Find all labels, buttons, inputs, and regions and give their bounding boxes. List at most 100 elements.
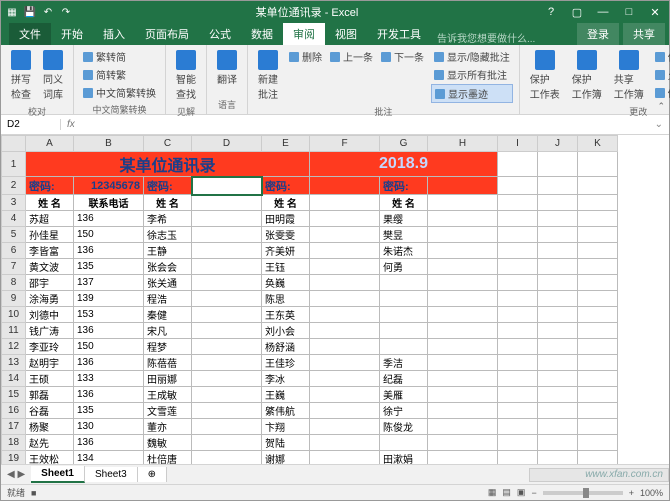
data-cell[interactable] [428,339,498,355]
data-cell[interactable] [310,387,380,403]
save-icon[interactable]: 💾 [23,5,37,19]
data-cell[interactable]: 陈俊龙 [380,419,428,435]
data-cell[interactable] [192,243,262,259]
tab-review[interactable]: 审阅 [283,23,325,45]
pwd-value[interactable] [310,177,380,195]
data-cell[interactable]: 田漱娟 [380,451,428,466]
minimize-icon[interactable]: — [593,6,613,19]
data-cell[interactable]: 136 [74,435,144,451]
data-cell[interactable]: 谢娜 [262,451,310,466]
col-header[interactable]: A [26,136,74,152]
row-header[interactable]: 5 [2,227,26,243]
data-cell[interactable] [192,275,262,291]
data-cell[interactable] [310,323,380,339]
data-cell[interactable]: 陈蓓蓓 [144,355,192,371]
data-cell[interactable] [310,227,380,243]
expand-formula-icon[interactable]: ⌄ [649,119,669,130]
data-cell[interactable]: 齐美妍 [262,243,310,259]
data-cell[interactable]: 赵明宇 [26,355,74,371]
row-header[interactable]: 3 [2,195,26,211]
row-header[interactable]: 16 [2,403,26,419]
data-cell[interactable]: 135 [74,259,144,275]
data-cell[interactable]: 136 [74,323,144,339]
data-cell[interactable] [428,355,498,371]
data-cell[interactable]: 文雪莲 [144,403,192,419]
data-cell[interactable] [428,403,498,419]
data-cell[interactable] [192,211,262,227]
data-cell[interactable]: 王成敏 [144,387,192,403]
data-cell[interactable] [380,435,428,451]
maximize-icon[interactable]: □ [619,6,639,19]
tab-dev[interactable]: 开发工具 [367,23,431,45]
data-cell[interactable]: 王佳珍 [262,355,310,371]
data-cell[interactable] [310,419,380,435]
view-layout-icon[interactable]: ▤ [502,487,511,498]
show-hide-comment-button[interactable]: 显示/隐藏批注 [431,48,513,65]
data-cell[interactable]: 綮伟航 [262,403,310,419]
data-cell[interactable]: 刘小会 [262,323,310,339]
data-cell[interactable]: 钱广涛 [26,323,74,339]
row-header[interactable]: 18 [2,435,26,451]
data-cell[interactable]: 谷磊 [26,403,74,419]
data-cell[interactable]: 139 [74,291,144,307]
data-cell[interactable]: 田丽娜 [144,371,192,387]
col-header[interactable]: C [144,136,192,152]
col-header[interactable]: D [192,136,262,152]
data-cell[interactable]: 秦健 [144,307,192,323]
data-cell[interactable]: 李亚玲 [26,339,74,355]
col-header[interactable]: J [538,136,578,152]
zoom-in-icon[interactable]: + [629,488,634,498]
data-cell[interactable] [428,211,498,227]
data-cell[interactable]: 宋凡 [144,323,192,339]
data-cell[interactable] [428,451,498,466]
data-cell[interactable] [192,259,262,275]
pwd-label[interactable]: 密码: [262,177,310,195]
next-comment-button[interactable]: 下一条 [378,48,427,65]
data-cell[interactable]: 邵宇 [26,275,74,291]
data-cell[interactable] [310,371,380,387]
tab-home[interactable]: 开始 [51,23,93,45]
data-cell[interactable] [380,291,428,307]
data-cell[interactable]: 魏敏 [144,435,192,451]
col-name-header[interactable]: 姓 名 [262,195,310,211]
tab-file[interactable]: 文件 [9,23,51,45]
data-cell[interactable]: 郭磊 [26,387,74,403]
redo-icon[interactable]: ↷ [59,5,73,19]
data-cell[interactable] [310,243,380,259]
data-cell[interactable]: 孙佳星 [26,227,74,243]
smart-lookup-button[interactable]: 智能 查找 [172,48,200,103]
row-header[interactable]: 4 [2,211,26,227]
row-header[interactable]: 2 [2,177,26,195]
data-cell[interactable]: 刘德中 [26,307,74,323]
sheet-nav[interactable]: ◀ ▶ [1,469,31,480]
row-header[interactable]: 11 [2,323,26,339]
data-cell[interactable]: 136 [74,211,144,227]
data-cell[interactable] [310,291,380,307]
col-name-header[interactable]: 姓 名 [26,195,74,211]
protect-workbook-button[interactable]: 保护 工作簿 [568,48,606,103]
pwd-label[interactable]: 密码: [144,177,192,195]
data-cell[interactable]: 纪磊 [380,371,428,387]
data-cell[interactable] [428,307,498,323]
data-cell[interactable]: 李希 [144,211,192,227]
col-header[interactable]: F [310,136,380,152]
data-cell[interactable]: 张关通 [144,275,192,291]
cell-D2-selected[interactable] [192,177,262,195]
track-changes-button[interactable]: 修订 ▾ [652,84,670,101]
data-cell[interactable] [310,259,380,275]
data-cell[interactable]: 张会会 [144,259,192,275]
row-header[interactable]: 12 [2,339,26,355]
data-cell[interactable]: 程梦 [144,339,192,355]
pwd-value[interactable]: 12345678 [74,177,144,195]
data-cell[interactable] [310,211,380,227]
tab-view[interactable]: 视图 [325,23,367,45]
data-cell[interactable]: 程浩 [144,291,192,307]
row-header[interactable]: 14 [2,371,26,387]
tab-formula[interactable]: 公式 [199,23,241,45]
col-header[interactable]: E [262,136,310,152]
translate-button[interactable]: 翻译 [213,48,241,88]
data-cell[interactable]: 陈思 [262,291,310,307]
row-header[interactable]: 8 [2,275,26,291]
tab-insert[interactable]: 插入 [93,23,135,45]
data-cell[interactable]: 卞翔 [262,419,310,435]
